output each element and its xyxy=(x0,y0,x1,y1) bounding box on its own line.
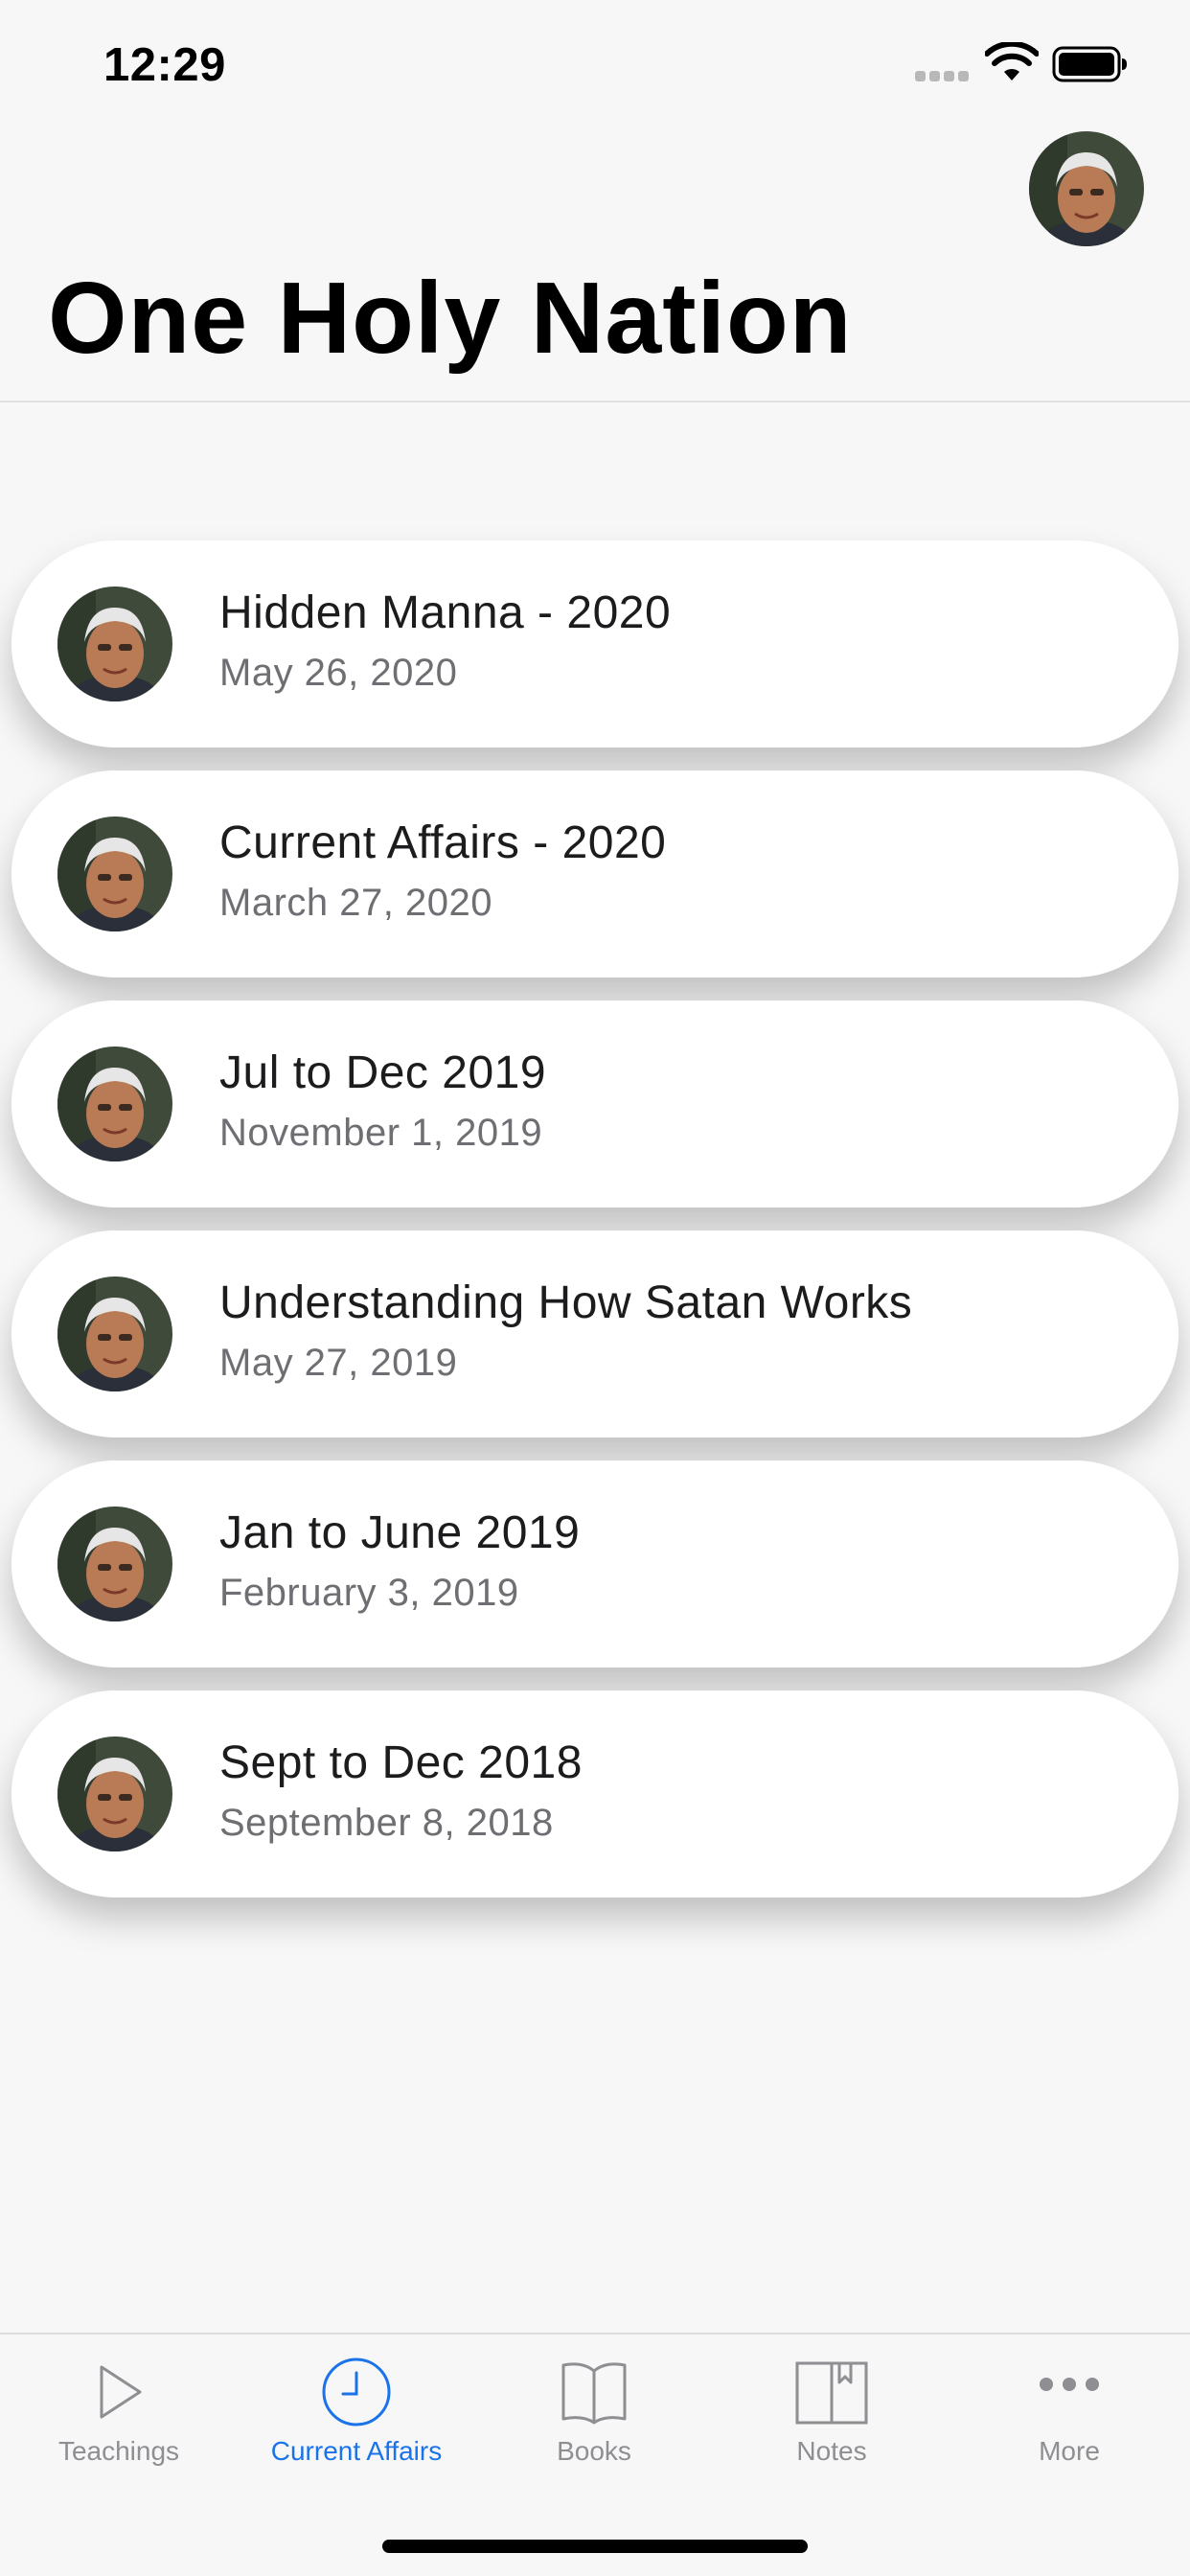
tab-more[interactable]: More xyxy=(950,2334,1188,2497)
tab-label: Books xyxy=(557,2436,631,2466)
tab-notes[interactable]: Notes xyxy=(713,2334,950,2497)
item-title: Jul to Dec 2019 xyxy=(219,1047,547,1098)
item-title: Jan to June 2019 xyxy=(219,1507,581,1558)
item-date: February 3, 2019 xyxy=(219,1572,519,1614)
avatar-image xyxy=(57,816,172,932)
avatar-image xyxy=(1029,131,1144,246)
avatar-image xyxy=(57,1506,172,1622)
status-bar: 12:29 xyxy=(0,0,1190,129)
tab-label: More xyxy=(1039,2436,1100,2466)
item-date: May 26, 2020 xyxy=(219,652,458,694)
list-item[interactable]: Hidden Manna - 2020 May 26, 2020 xyxy=(11,540,1179,748)
list-item[interactable]: Current Affairs - 2020 March 27, 2020 xyxy=(11,770,1179,978)
tab-label: Notes xyxy=(796,2436,867,2466)
wifi-icon xyxy=(985,42,1039,80)
avatar xyxy=(57,816,172,932)
tab-teachings[interactable]: Teachings xyxy=(0,2334,238,2497)
avatar-image xyxy=(57,1736,172,1852)
avatar-image xyxy=(57,1276,172,1392)
avatar xyxy=(57,1736,172,1852)
avatar-image xyxy=(57,1046,172,1162)
more-icon xyxy=(1040,2378,1099,2391)
header-divider xyxy=(0,401,1190,402)
battery-icon xyxy=(1052,46,1127,82)
item-date: May 27, 2019 xyxy=(219,1342,458,1384)
list-item[interactable]: Understanding How Satan Works May 27, 20… xyxy=(11,1230,1179,1438)
cellular-signal-icon xyxy=(915,71,971,82)
list-item[interactable]: Sept to Dec 2018 September 8, 2018 xyxy=(11,1690,1179,1898)
tab-books[interactable]: Books xyxy=(475,2334,713,2497)
avatar xyxy=(57,1506,172,1622)
item-date: September 8, 2018 xyxy=(219,1802,554,1844)
tab-current-affairs[interactable]: Current Affairs xyxy=(238,2334,475,2497)
page-title: One Holy Nation xyxy=(48,262,853,375)
item-title: Understanding How Satan Works xyxy=(219,1277,913,1328)
item-title: Sept to Dec 2018 xyxy=(219,1737,583,1788)
list-item[interactable]: Jul to Dec 2019 November 1, 2019 xyxy=(11,1000,1179,1208)
avatar xyxy=(57,1046,172,1162)
list-item[interactable]: Jan to June 2019 February 3, 2019 xyxy=(11,1460,1179,1668)
home-indicator xyxy=(382,2540,808,2553)
clock-icon xyxy=(322,2358,391,2426)
book-icon xyxy=(561,2362,627,2425)
status-time: 12:29 xyxy=(103,39,226,91)
item-title: Current Affairs - 2020 xyxy=(219,817,667,868)
notebook-icon xyxy=(795,2361,868,2425)
tab-label: Teachings xyxy=(57,2436,180,2466)
avatar xyxy=(57,586,172,702)
avatar xyxy=(57,1276,172,1392)
profile-avatar[interactable] xyxy=(1029,131,1144,246)
item-date: November 1, 2019 xyxy=(219,1112,543,1154)
play-icon xyxy=(100,2365,142,2419)
tab-label: Current Affairs xyxy=(270,2436,443,2466)
avatar-image xyxy=(57,586,172,702)
item-date: March 27, 2020 xyxy=(219,882,492,924)
item-title: Hidden Manna - 2020 xyxy=(219,587,672,638)
